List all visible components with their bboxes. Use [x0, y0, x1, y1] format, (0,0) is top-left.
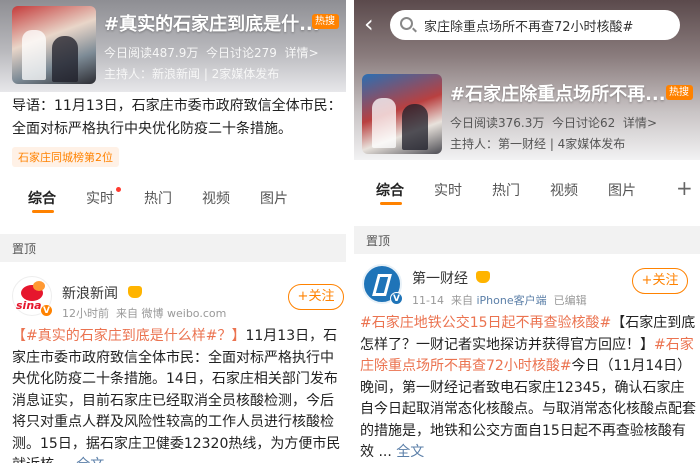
topic-title: #真实的石家庄到底是什... — [104, 14, 320, 35]
topic-guide: 导语：11月13日，石家庄市委市政府致信全体市民：全面对标严格执行中央优化防疫二… — [12, 98, 342, 137]
pinned-label: 置顶 — [354, 226, 700, 254]
post-time: 12小时前 — [62, 307, 109, 320]
search-bar[interactable]: 家庄除重点场所不再查72小时核酸# — [390, 10, 680, 40]
topic-thumbnail[interactable] — [362, 74, 442, 154]
topic-thumbnail[interactable] — [12, 6, 96, 84]
reads-count: 今日阅读376.3万 — [450, 116, 545, 130]
thumbnail-figure — [22, 30, 46, 80]
sina-logo-dot — [33, 281, 45, 291]
right-topic-page: ‹ 家庄除重点场所不再查72小时核酸# #石家庄除重点场所不再... 热搜 今日… — [354, 0, 700, 463]
tab-bar: 综合 实时 热门 视频 图片 + — [354, 172, 700, 210]
topic-stats: 今日阅读376.3万 今日讨论62 详情> — [450, 114, 657, 131]
post-edited: 已编辑 — [553, 294, 587, 307]
tab-images[interactable]: 图片 — [608, 180, 636, 200]
tab-comprehensive[interactable]: 综合 — [376, 180, 404, 200]
pinned-label: 置顶 — [0, 234, 346, 262]
search-icon — [400, 17, 413, 30]
topic-stats: 今日阅读487.9万 今日讨论279 详情> — [104, 44, 319, 61]
verified-icon: V — [40, 304, 53, 317]
post-time: 11-14 — [412, 294, 444, 307]
tab-video[interactable]: 视频 — [550, 180, 578, 200]
post-meta: 12小时前 来自 微博 weibo.com — [62, 305, 226, 321]
post-from: 来自 — [116, 307, 138, 320]
follow-button[interactable]: +关注 — [288, 284, 344, 310]
details-link[interactable]: 详情> — [623, 116, 657, 130]
tab-hot[interactable]: 热门 — [144, 188, 172, 208]
hashtag-link[interactable]: #石家庄地铁公交15日起不再查验核酸# — [360, 315, 611, 331]
reads-count: 今日阅读487.9万 — [104, 46, 199, 60]
thumbnail-figure — [372, 98, 396, 148]
post-ellipsis: ... — [374, 444, 392, 460]
post-from: 来自 — [450, 294, 473, 307]
left-topic-page: #真实的石家庄到底是什... 热搜 今日阅读487.9万 今日讨论279 详情>… — [0, 0, 346, 463]
tab-bar: 综合 实时 热门 视频 图片 — [0, 180, 346, 218]
tab-underline — [32, 210, 54, 213]
topic-header: #真实的石家庄到底是什... 热搜 今日阅读487.9万 今日讨论279 详情>… — [0, 0, 346, 92]
tab-realtime[interactable]: 实时 — [86, 188, 114, 208]
post-meta: 11-14 来自 iPhone客户端 已编辑 — [412, 292, 587, 308]
discuss-count: 今日讨论279 — [206, 46, 277, 60]
sina-wordmark: sina — [16, 299, 42, 312]
back-arrow-icon[interactable]: ‹ — [364, 12, 374, 36]
post-body: #石家庄地铁公交15日起不再查验核酸#【石家庄到底怎样了？一财记者实地探访并获得… — [360, 313, 696, 463]
post-text: 11月13日，石家庄市委市政府致信全体市民：全面对标严格执行中央优化防疫二十条措… — [12, 328, 341, 463]
full-text-link[interactable]: 全文 — [396, 444, 424, 460]
tab-underline — [380, 202, 402, 205]
verified-icon: V — [390, 292, 403, 305]
details-link[interactable]: 详情> — [285, 46, 319, 60]
post-body: 【#真实的石家庄到底是什么样#？】11月13日，石家庄市委市政府致信全体市民：全… — [12, 326, 342, 463]
new-dot-icon — [116, 187, 121, 192]
hot-badge: 热搜 — [312, 14, 339, 29]
host-info: 主持人：新浪新闻 | 2家媒体发布 — [104, 67, 280, 81]
post-source[interactable]: iPhone客户端 — [476, 294, 546, 307]
member-crown-icon — [476, 271, 490, 283]
add-tab-icon[interactable]: + — [676, 176, 693, 200]
topic-header: ‹ 家庄除重点场所不再查72小时核酸# #石家庄除重点场所不再... 热搜 今日… — [354, 0, 700, 160]
tab-video[interactable]: 视频 — [202, 188, 230, 208]
thumbnail-figure — [402, 104, 428, 150]
yicai-logo-icon — [372, 274, 392, 296]
discuss-count: 今日讨论62 — [552, 116, 616, 130]
full-text-link[interactable]: 全文 — [76, 457, 104, 463]
panel-divider — [346, 0, 354, 463]
author-name[interactable]: 新浪新闻 — [62, 283, 118, 303]
thumbnail-figure — [52, 36, 78, 82]
host-info: 主持人：第一财经 | 4家媒体发布 — [450, 137, 626, 151]
tab-hot[interactable]: 热门 — [492, 180, 520, 200]
author-name[interactable]: 第一财经 — [412, 268, 468, 288]
rank-tag[interactable]: 石家庄同城榜第2位 — [12, 147, 119, 167]
search-query: 家庄除重点场所不再查72小时核酸# — [424, 20, 634, 35]
post-source: 微博 weibo.com — [141, 307, 227, 320]
topic-title: #石家庄除重点场所不再... — [450, 84, 666, 105]
hot-badge: 热搜 — [666, 85, 693, 100]
hashtag-link[interactable]: 【#真实的石家庄到底是什么样#？】 — [12, 328, 245, 344]
tab-realtime[interactable]: 实时 — [434, 180, 462, 200]
post-ellipsis: ... — [54, 457, 71, 463]
member-crown-icon — [128, 286, 142, 298]
tab-comprehensive[interactable]: 综合 — [28, 188, 56, 208]
follow-button[interactable]: +关注 — [632, 268, 688, 294]
tab-images[interactable]: 图片 — [260, 188, 288, 208]
